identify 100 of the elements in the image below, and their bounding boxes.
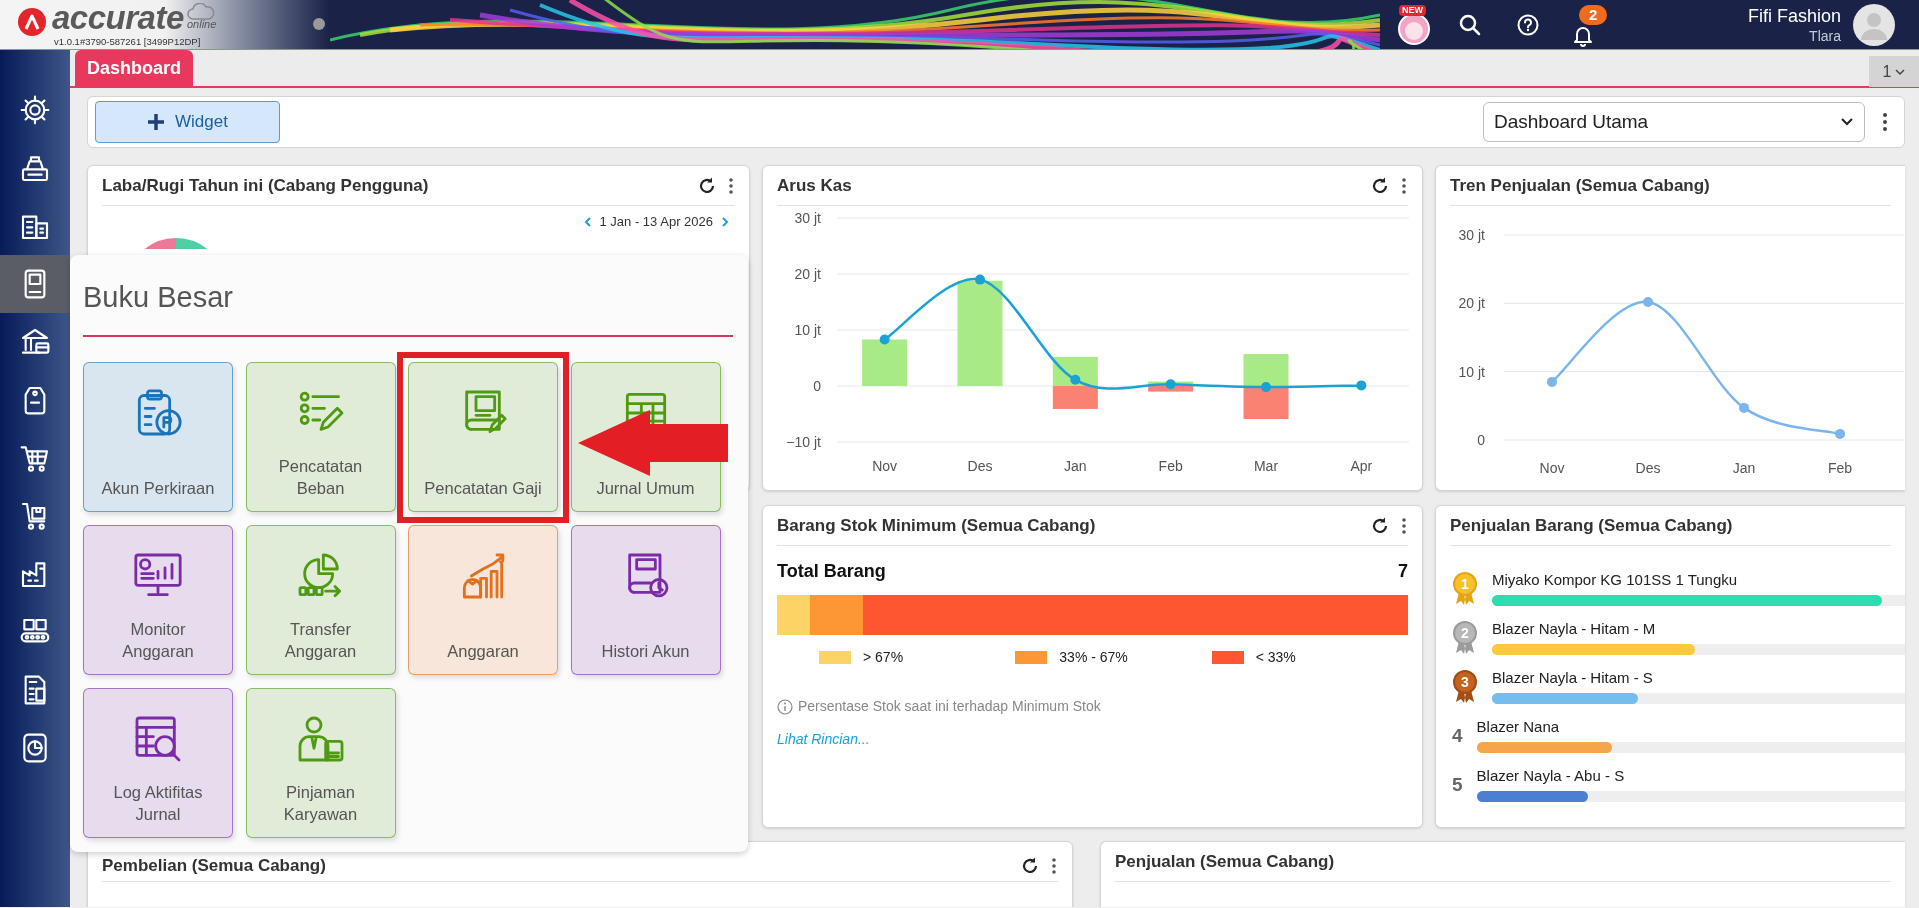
user-avatar-icon[interactable] xyxy=(1853,3,1895,46)
chart-point xyxy=(975,274,985,285)
logo-wordmark: accurate xyxy=(52,0,184,38)
menu-tile[interactable]: Pencatatan Beban xyxy=(245,362,396,512)
cloud-icon xyxy=(186,3,216,21)
axis-tick-label: 30 jt xyxy=(794,210,821,226)
menu-tile[interactable]: Histori Akun xyxy=(570,525,721,675)
widget-title: Laba/Rugi Tahun ini (Cabang Pengguna) xyxy=(102,174,429,197)
axis-tick-label: 0 xyxy=(1477,432,1485,448)
widget-title: Penjualan (Semua Cabang) xyxy=(1115,850,1335,873)
chevron-down-icon xyxy=(1840,117,1854,127)
axis-tick-label: 30 jt xyxy=(1458,227,1485,243)
version-text: v1.0.1#3790-587261 [3499P12DP] xyxy=(54,36,201,47)
axis-tick-label: 10 jt xyxy=(1458,363,1485,380)
refresh-icon[interactable] xyxy=(1370,515,1390,536)
menu-tile[interactable]: Anggaran xyxy=(408,525,558,675)
widget-title: Penjualan Barang (Semua Cabang) xyxy=(1450,514,1733,537)
rank-number: 4 xyxy=(1452,724,1463,748)
sidebar-item[interactable] xyxy=(0,255,70,313)
dot-icon xyxy=(313,18,325,30)
more-options-icon[interactable] xyxy=(1052,857,1056,874)
chart-bar xyxy=(862,339,908,386)
menu-tile[interactable]: Log Aktifitas Jurnal xyxy=(83,688,233,838)
widget-title: Barang Stok Minimum (Semua Cabang) xyxy=(777,514,1096,537)
more-options-icon[interactable] xyxy=(1402,177,1406,194)
previous-icon[interactable] xyxy=(583,215,592,228)
chart-point xyxy=(1739,402,1749,413)
axis-tick-label: 10 jt xyxy=(794,322,821,338)
period-text: 1 Jan - 13 Apr 2026 xyxy=(599,213,713,231)
chart-point xyxy=(1165,379,1176,390)
axis-category-label: Feb xyxy=(1827,460,1853,476)
chart-point xyxy=(1070,374,1081,385)
dashboard-tab[interactable]: Dashboard xyxy=(75,50,194,86)
item-name: Miyako Kompor KG 101SS 1 Tungku xyxy=(1492,570,1739,590)
chart-point xyxy=(879,334,890,345)
dashboard-select[interactable]: Dashboard Utama xyxy=(1483,102,1865,142)
axis-category-label: Jan xyxy=(1732,460,1756,476)
gear-icon xyxy=(19,94,51,126)
help-icon[interactable] xyxy=(1517,13,1539,36)
user-name: Tlara xyxy=(1809,26,1841,45)
add-widget-button[interactable]: Widget xyxy=(95,101,280,143)
next-icon[interactable] xyxy=(721,215,729,228)
axis-category-label: Feb xyxy=(1158,458,1183,474)
logo-tagline: online xyxy=(187,18,217,30)
chart-point xyxy=(1261,382,1271,393)
chart-point xyxy=(1643,297,1653,307)
chart-bar xyxy=(1052,386,1098,409)
axis-tick-label: 20 jt xyxy=(794,266,821,282)
axis-category-label: Des xyxy=(1635,460,1661,476)
item-name: Blazer Nana xyxy=(1476,717,1561,737)
chart-bar xyxy=(1243,354,1289,386)
menu-tile[interactable]: Pinjaman Karyawan xyxy=(245,688,396,838)
menu-tile[interactable]: Akun Perkiraan xyxy=(83,362,233,512)
axis-category-label: Des xyxy=(967,458,993,474)
menu-tile[interactable]: Pencatatan Gaji xyxy=(408,362,558,512)
info-icon xyxy=(777,698,793,715)
axis-category-label: Nov xyxy=(1539,460,1565,476)
axis-category-label: Apr xyxy=(1350,458,1373,474)
chart-point xyxy=(1356,380,1367,391)
more-options-icon[interactable] xyxy=(1883,113,1887,131)
rank-medal: 3 xyxy=(1452,670,1478,704)
menu-tile[interactable]: Monitor Anggaran xyxy=(83,525,233,675)
total-label: Total Barang xyxy=(777,560,886,583)
menu-tile[interactable]: Transfer Anggaran xyxy=(245,525,396,675)
more-options-icon[interactable] xyxy=(729,177,733,194)
chart-point xyxy=(1547,376,1557,387)
notification-bell-icon[interactable] xyxy=(1573,24,1593,47)
refresh-icon[interactable] xyxy=(1370,175,1390,196)
item-name: Blazer Nayla - Abu - S xyxy=(1476,766,1626,786)
axis-category-label: Nov xyxy=(872,458,898,474)
axis-tick-label: −10 jt xyxy=(786,434,821,450)
more-options-icon[interactable] xyxy=(1402,517,1406,534)
axis-category-label: Jan xyxy=(1064,458,1087,474)
rank-number: 5 xyxy=(1452,773,1463,797)
axis-category-label: Mar xyxy=(1253,458,1279,474)
menu-title: Buku Besar xyxy=(83,280,233,315)
info-note: Persentase Stok saat ini terhadap Minimum Stok xyxy=(798,697,1101,716)
new-badge: NEW xyxy=(1399,4,1426,16)
chevron-down-icon xyxy=(1895,67,1906,76)
axis-tick-label: 20 jt xyxy=(1458,295,1485,312)
rank-medal: 1 xyxy=(1452,572,1478,606)
company-name: Fifi Fashion xyxy=(1747,4,1841,27)
plus-icon xyxy=(147,113,166,131)
widget-title: Tren Penjualan (Semua Cabang) xyxy=(1450,174,1710,197)
logo-icon xyxy=(18,8,46,36)
refresh-icon[interactable] xyxy=(1020,855,1040,876)
item-name: Blazer Nayla - Hitam - M xyxy=(1492,619,1657,639)
notification-count: 2 xyxy=(1579,4,1608,25)
legend-label: > 67% xyxy=(863,648,904,667)
search-icon[interactable] xyxy=(1458,12,1482,37)
page-selector[interactable]: 1 xyxy=(1869,56,1919,87)
refresh-icon[interactable] xyxy=(697,175,717,196)
item-name: Blazer Nayla - Hitam - S xyxy=(1492,668,1654,688)
chart-point xyxy=(1835,428,1845,439)
chart-bar xyxy=(1243,386,1289,420)
legend-label: < 33% xyxy=(1255,648,1296,667)
total-count: 7 xyxy=(1398,560,1408,583)
axis-tick-label: 0 xyxy=(813,378,821,394)
legend-label: 33% - 67% xyxy=(1059,648,1128,667)
rank-medal: 2 xyxy=(1452,621,1478,655)
